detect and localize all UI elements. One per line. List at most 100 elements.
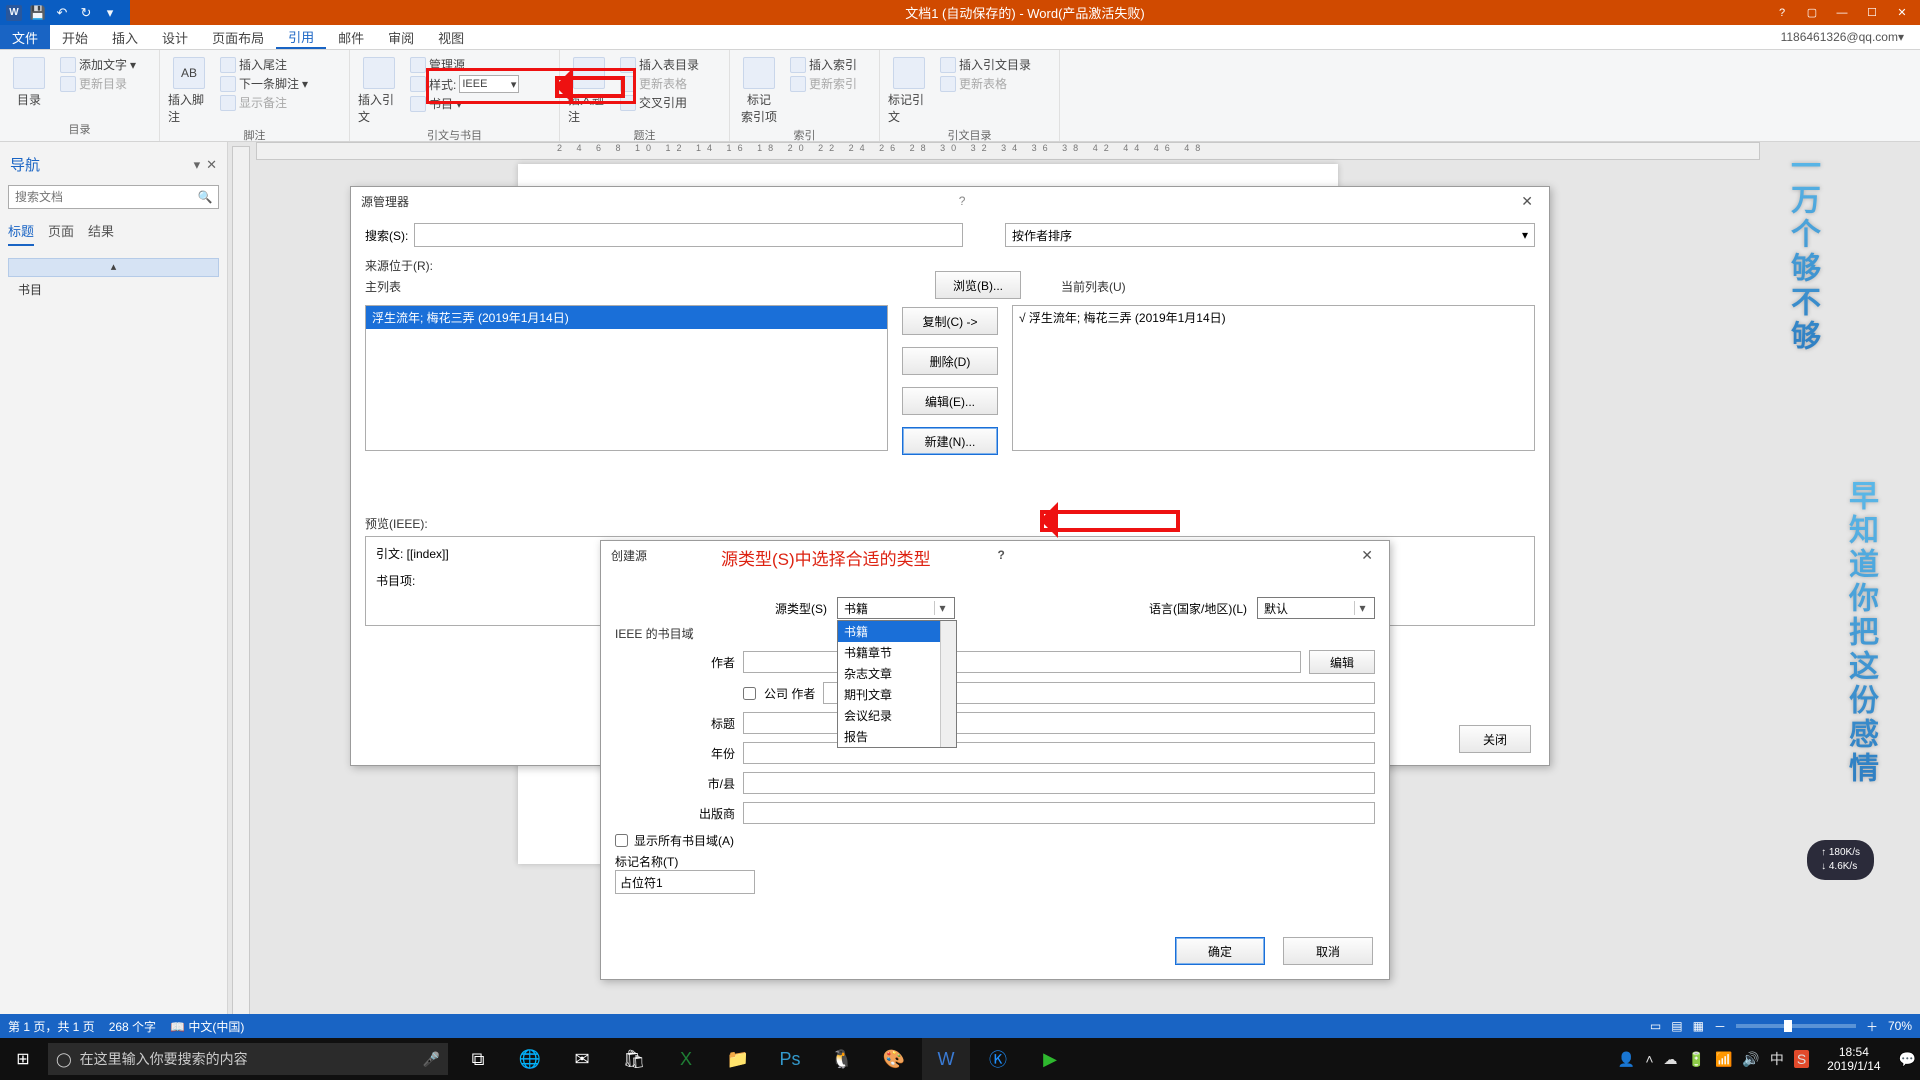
toc-button[interactable]: 目录 [6,55,52,110]
nav-dropdown-icon[interactable]: ▾ [194,157,201,173]
zoom-in-icon[interactable]: ＋ [1866,1018,1878,1035]
insert-footnote-button[interactable]: AB插入脚注 [166,55,212,127]
ribbon-opts-icon[interactable]: ▢ [1798,3,1826,23]
srcmgr-browse-button[interactable]: 浏览(B)... [935,271,1021,299]
tab-review[interactable]: 审阅 [376,25,426,49]
srcmgr-search-input[interactable] [414,223,963,247]
edge-icon[interactable]: 🌐 [506,1038,554,1080]
create-help-icon[interactable]: ? [997,548,1004,562]
word-taskbar-icon[interactable]: W [922,1038,970,1080]
notification-icon[interactable]: 💬 [1899,1051,1916,1068]
volume-icon[interactable]: 🔊 [1742,1051,1759,1068]
excel-icon[interactable]: X [662,1038,710,1080]
iqiyi-icon[interactable]: ▶ [1026,1038,1074,1080]
help-icon[interactable]: ? [1768,3,1796,23]
srcmgr-close-icon[interactable]: ✕ [1515,193,1539,210]
create-corp-checkbox[interactable] [743,687,756,700]
qq-icon[interactable]: 🐧 [818,1038,866,1080]
mic-icon[interactable]: 🎤 [423,1051,440,1068]
create-author-input[interactable] [743,651,1301,673]
dd-item[interactable]: 杂志文章 [838,663,956,684]
create-showall-checkbox[interactable] [615,834,628,847]
nav-search-input[interactable] [9,186,192,208]
nav-tab-results[interactable]: 结果 [88,221,114,246]
list-item[interactable]: √ 浮生流年; 梅花三弄 (2019年1月14日) [1013,306,1534,329]
dd-item[interactable]: 会议纪录 [838,705,956,726]
view-read-icon[interactable]: ▭ [1650,1019,1661,1033]
nav-close-icon[interactable]: ✕ [206,157,217,173]
store-icon[interactable]: 🛍 [610,1038,658,1080]
srcmgr-close-button[interactable]: 关闭 [1459,725,1531,753]
srcmgr-master-list[interactable]: 浮生流年; 梅花三弄 (2019年1月14日) [365,305,888,451]
insert-toa-button[interactable]: 插入引文目录 [938,55,1033,74]
explorer-icon[interactable]: 📁 [714,1038,762,1080]
zoom-slider[interactable] [1736,1024,1856,1028]
wifi-icon[interactable]: 📶 [1715,1051,1732,1068]
mark-index-button[interactable]: 标记索引项 [736,55,782,127]
add-text-button[interactable]: 添加文字 ▾ [58,55,138,74]
battery-icon[interactable]: 🔋 [1688,1051,1705,1068]
tab-home[interactable]: 开始 [50,25,100,49]
mark-citation-button[interactable]: 标记引文 [886,55,932,127]
tab-mailings[interactable]: 邮件 [326,25,376,49]
status-lang[interactable]: 📖 中文(中国) [170,1018,244,1035]
dropdown-scrollbar[interactable] [940,621,956,747]
mail-icon[interactable]: ✉ [558,1038,606,1080]
create-cancel-button[interactable]: 取消 [1283,937,1373,965]
ime-icon[interactable]: 中 [1770,1049,1784,1069]
dd-item[interactable]: 书籍 [838,621,956,642]
sogou-icon[interactable]: S [1794,1050,1809,1068]
taskbar-search[interactable]: ◯ 在这里输入你要搜索的内容 🎤 [48,1043,448,1075]
tab-view[interactable]: 视图 [426,25,476,49]
next-footnote-button[interactable]: 下一条脚注 ▾ [218,74,310,93]
srcmgr-delete-button[interactable]: 删除(D) [902,347,998,375]
people-icon[interactable]: 👤 [1618,1051,1635,1068]
dd-item[interactable]: 报告 [838,726,956,747]
photoshop-icon[interactable]: Ps [766,1038,814,1080]
tray-up-icon[interactable]: ˄ [1645,1051,1653,1067]
create-tagname-input[interactable] [615,870,755,894]
create-city-input[interactable] [743,772,1375,794]
srcmgr-current-list[interactable]: √ 浮生流年; 梅花三弄 (2019年1月14日) [1012,305,1535,451]
srcmgr-copy-button[interactable]: 复制(C) -> [902,307,998,335]
view-print-icon[interactable]: ▤ [1671,1019,1682,1033]
undo-icon[interactable]: ↶ [54,5,70,21]
qat-more-icon[interactable]: ▾ [102,5,118,21]
account-label[interactable]: 1186461326@qq.com ▾ [1781,25,1920,49]
paint-icon[interactable]: 🎨 [870,1038,918,1080]
srcmgr-sort-combo[interactable]: 按作者排序▾ [1005,223,1535,247]
tab-insert[interactable]: 插入 [100,25,150,49]
srcmgr-edit-button[interactable]: 编辑(E)... [902,387,998,415]
onedrive-icon[interactable]: ☁ [1664,1051,1678,1068]
start-button[interactable]: ⊞ [0,1038,46,1080]
insert-citation-button[interactable]: 插入引文 [356,55,402,127]
srcmgr-help-icon[interactable]: ? [959,194,966,208]
search-icon[interactable]: 🔍 [192,186,218,208]
zoom-level[interactable]: 70% [1888,1019,1912,1033]
status-page[interactable]: 第 1 页，共 1 页 [8,1018,95,1035]
insert-endnote-button[interactable]: 插入尾注 [218,55,310,74]
tree-collapse-bar[interactable]: ▴ [8,258,219,277]
status-words[interactable]: 268 个字 [109,1018,156,1035]
tab-layout[interactable]: 页面布局 [200,25,276,49]
nav-search[interactable]: 🔍 [8,185,219,209]
create-close-icon[interactable]: ✕ [1355,547,1379,564]
tab-references[interactable]: 引用 [276,25,326,49]
create-lang-combo[interactable]: 默认▾ [1257,597,1375,619]
zoom-out-icon[interactable]: － [1714,1018,1726,1035]
minimize-icon[interactable]: ― [1828,3,1856,23]
kugou-icon[interactable]: Ⓚ [974,1038,1022,1080]
insert-index-button[interactable]: 插入索引 [788,55,859,74]
taskbar-clock[interactable]: 18:542019/1/14 [1819,1045,1888,1073]
close-icon[interactable]: ✕ [1888,3,1916,23]
srcmgr-new-button[interactable]: 新建(N)... [902,427,998,455]
create-publisher-input[interactable] [743,802,1375,824]
dd-item[interactable]: 书籍章节 [838,642,956,663]
maximize-icon[interactable]: ☐ [1858,3,1886,23]
tree-item-bibliography[interactable]: 书目 [8,277,219,302]
dd-item[interactable]: 期刊文章 [838,684,956,705]
nav-tab-headings[interactable]: 标题 [8,221,34,246]
create-ok-button[interactable]: 确定 [1175,937,1265,965]
tab-file[interactable]: 文件 [0,25,50,49]
view-web-icon[interactable]: ▦ [1693,1019,1704,1033]
